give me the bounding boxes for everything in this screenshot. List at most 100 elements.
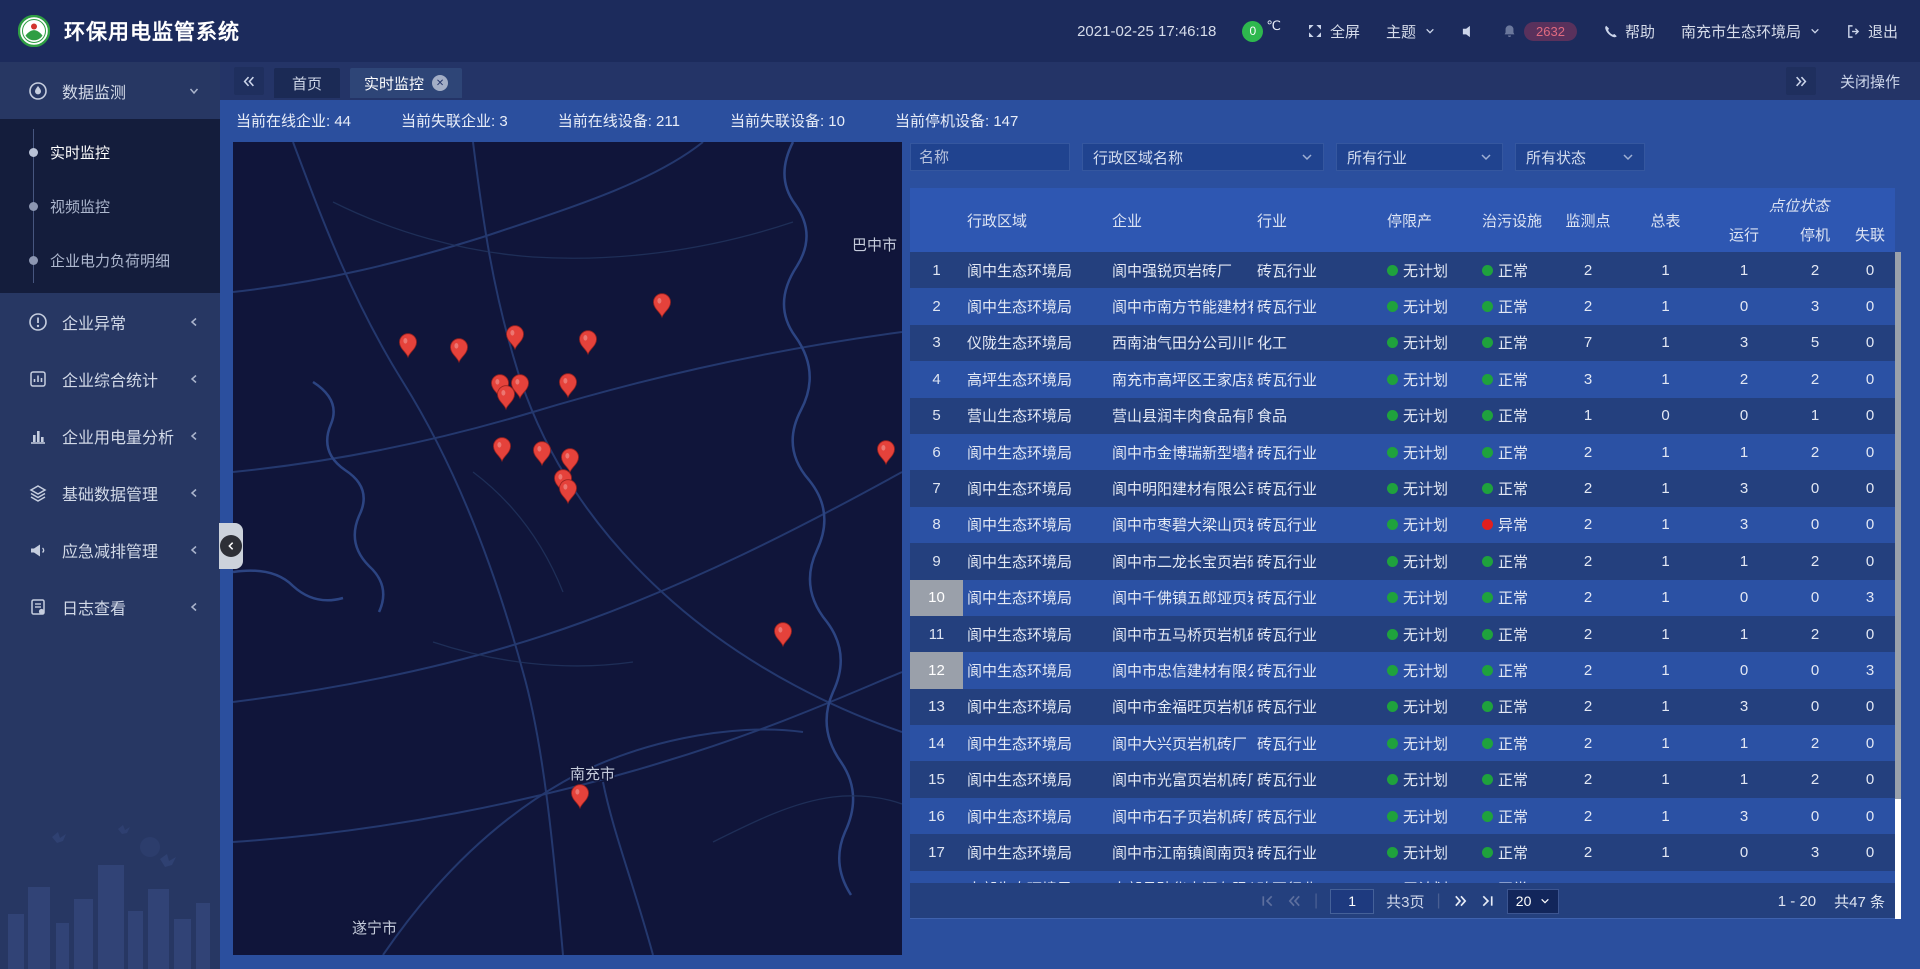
table-row[interactable]: 6阆中生态环境局阆中市金博瑞新型墙材砖瓦行业无计划正常21120 [910, 434, 1895, 470]
cell-region: 阆中生态环境局 [963, 834, 1108, 870]
cell-stop-status: 无计划 [1383, 325, 1478, 361]
rows-range-label: 1 - 20 [1778, 893, 1816, 910]
table-scrollbar[interactable] [1895, 252, 1901, 919]
map-pin-icon[interactable] [654, 294, 671, 317]
map-pin-icon[interactable] [560, 374, 577, 397]
sidebar-item-emergency-reduction[interactable]: 应急减排管理 [0, 521, 220, 578]
map-pin-icon[interactable] [775, 623, 792, 646]
chevron-left-icon [188, 487, 200, 499]
map-pin-icon[interactable] [534, 442, 551, 465]
cell-stop-status: 无计划 [1383, 288, 1478, 324]
tabs-scroll-right-button[interactable] [1786, 67, 1816, 95]
cell-halt-count: 0 [1785, 580, 1845, 616]
page-title: 环保用电监管系统 [64, 16, 240, 46]
table-row[interactable]: 11阆中生态环境局阆中市五马桥页岩机砖砖瓦行业无计划正常21120 [910, 616, 1895, 652]
cell-company: 营山县润丰肉食品有限 [1108, 398, 1253, 434]
cell-industry: 砖瓦行业 [1253, 434, 1383, 470]
map-pin-icon[interactable] [507, 326, 524, 349]
cell-halt-count: 5 [1785, 325, 1845, 361]
table-row[interactable]: 1阆中生态环境局阆中强锐页岩砖厂砖瓦行业无计划正常21120 [910, 252, 1895, 288]
sidebar-item-enterprise-abnormal[interactable]: 企业异常 [0, 293, 220, 350]
table-row[interactable]: 12阆中生态环境局阆中市忠信建材有限公砖瓦行业无计划正常21003 [910, 652, 1895, 688]
table-row[interactable]: 16阆中生态环境局阆中市石子页岩机砖厂砖瓦行业无计划正常21300 [910, 798, 1895, 834]
cell-stop-status: 无计划 [1383, 725, 1478, 761]
tabs-scroll-left-button[interactable] [234, 67, 264, 95]
next-page-button[interactable] [1453, 894, 1468, 908]
cell-industry: 食品 [1253, 398, 1383, 434]
table-row[interactable]: 3仪陇生态环境局西南油气田分公司川中化工无计划正常71350 [910, 325, 1895, 361]
theme-dropdown[interactable]: 主题 [1386, 21, 1435, 42]
cell-region: 高坪生态环境局 [963, 361, 1108, 397]
table-row[interactable]: 15阆中生态环境局阆中市光富页岩机砖厂砖瓦行业无计划正常21120 [910, 761, 1895, 797]
cell-industry: 砖瓦行业 [1253, 288, 1383, 324]
map-pin-icon[interactable] [400, 334, 417, 357]
page-size-select[interactable]: 20 [1507, 889, 1559, 914]
sidebar-subitem[interactable]: 视频监控 [0, 179, 220, 233]
logout-button[interactable]: 退出 [1846, 21, 1898, 42]
sidebar-item-log-view[interactable]: 日志查看 [0, 578, 220, 635]
sidebar-collapse-handle[interactable] [219, 523, 243, 569]
status-dot-icon [1387, 337, 1398, 348]
cell-lost-count: 0 [1845, 507, 1895, 543]
sidebar-item-data-monitor[interactable]: 数据监测 [0, 62, 220, 119]
scrollbar-thumb[interactable] [1895, 252, 1901, 799]
table-row[interactable]: 8阆中生态环境局阆中市枣碧大梁山页岩砖瓦行业无计划异常21300 [910, 507, 1895, 543]
cell-facility-status: 正常 [1478, 398, 1548, 434]
first-page-button[interactable] [1260, 894, 1275, 908]
close-tab-icon[interactable]: ✕ [432, 75, 448, 91]
tab-home[interactable]: 首页 [274, 68, 340, 98]
notification-area[interactable]: 2632 [1502, 22, 1577, 41]
map-pin-icon[interactable] [572, 785, 589, 808]
table-row[interactable]: 17阆中生态环境局阆中市江南镇阆南页岩砖瓦行业无计划正常21030 [910, 834, 1895, 870]
table-row[interactable]: 10阆中生态环境局阆中千佛镇五郎垭页岩砖瓦行业无计划正常21003 [910, 580, 1895, 616]
map-pin-icon[interactable] [494, 438, 511, 461]
table-row[interactable]: 13阆中生态环境局阆中市金福旺页岩机砖砖瓦行业无计划正常21300 [910, 689, 1895, 725]
map-pin-icon[interactable] [498, 386, 515, 409]
table-row[interactable]: 9阆中生态环境局阆中市二龙长宝页岩砖砖瓦行业无计划正常21120 [910, 543, 1895, 579]
sidebar-subitem[interactable]: 企业电力负荷明细 [0, 233, 220, 287]
map-pin-icon[interactable] [451, 339, 468, 362]
notification-count-badge[interactable]: 2632 [1524, 22, 1577, 41]
org-user-dropdown[interactable]: 南充市生态环境局 [1681, 21, 1820, 42]
help-button[interactable]: 帮助 [1603, 21, 1655, 42]
mute-speaker-button[interactable] [1461, 24, 1476, 39]
cell-industry: 砖瓦行业 [1253, 252, 1383, 288]
table-row[interactable]: 2阆中生态环境局阆中市南方节能建材有砖瓦行业无计划正常21030 [910, 288, 1895, 324]
status-select[interactable]: 所有状态 [1515, 143, 1645, 171]
table-row[interactable]: 14阆中生态环境局阆中大兴页岩机砖厂砖瓦行业无计划正常21120 [910, 725, 1895, 761]
map[interactable]: 巴中市南充市遂宁市 [233, 142, 902, 955]
table-row[interactable]: 7阆中生态环境局阆中明阳建材有限公司砖瓦行业无计划正常21300 [910, 470, 1895, 506]
cell-lost-count: 0 [1845, 543, 1895, 579]
name-search-input[interactable] [910, 143, 1070, 171]
cell-company: 阆中大兴页岩机砖厂 [1108, 725, 1253, 761]
cell-industry: 砖瓦行业 [1253, 507, 1383, 543]
log-icon [28, 597, 48, 617]
sidebar-item-power-usage-analysis[interactable]: 企业用电量分析 [0, 407, 220, 464]
cell-stop-status: 无计划 [1383, 434, 1478, 470]
cell-meter-count: 1 [1628, 834, 1703, 870]
map-pin-icon[interactable] [560, 480, 577, 503]
status-dot-icon [1482, 265, 1493, 276]
page-number-input[interactable] [1330, 889, 1374, 914]
close-operations-dropdown[interactable]: 关闭操作 [1840, 71, 1900, 92]
industry-select[interactable]: 所有行业 [1336, 143, 1503, 171]
tab-realtime-monitor[interactable]: 实时监控 ✕ [350, 68, 462, 98]
fullscreen-button[interactable]: 全屏 [1307, 21, 1360, 42]
table-row[interactable]: 4高坪生态环境局南充市高坪区王家店建砖瓦行业无计划正常31220 [910, 361, 1895, 397]
prev-page-button[interactable] [1287, 894, 1302, 908]
last-page-button[interactable] [1480, 894, 1495, 908]
table-row[interactable]: 18南部生态环境局南部县砂华土河有限公砖瓦行业无计划正常21030 [910, 871, 1895, 883]
col-index [910, 188, 963, 252]
map-pin-icon[interactable] [580, 331, 597, 354]
alert-icon [28, 312, 48, 332]
sidebar-item-enterprise-statistics[interactable]: 企业综合统计 [0, 350, 220, 407]
cell-halt-count: 0 [1785, 507, 1845, 543]
table-row[interactable]: 5营山生态环境局营山县润丰肉食品有限食品无计划正常10010 [910, 398, 1895, 434]
sidebar-subitem[interactable]: 实时监控 [0, 125, 220, 179]
region-select[interactable]: 行政区域名称 [1082, 143, 1324, 171]
col-company: 企业 [1108, 188, 1253, 252]
map-pin-icon[interactable] [878, 441, 895, 464]
map-pin-icon[interactable] [562, 449, 579, 472]
stat-item: 当前失联设备: 10 [730, 110, 845, 131]
sidebar-item-base-data-management[interactable]: 基础数据管理 [0, 464, 220, 521]
